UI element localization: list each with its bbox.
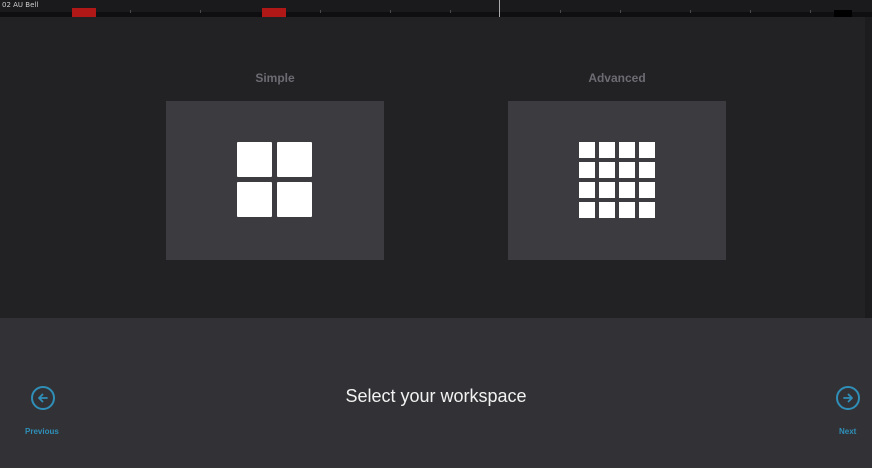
previous-label[interactable]: Previous — [25, 427, 59, 436]
ruler-tick — [560, 10, 561, 13]
playhead[interactable] — [499, 0, 500, 17]
window-edge — [865, 17, 872, 318]
arrow-right-circle-icon — [843, 393, 853, 403]
previous-button[interactable] — [31, 386, 55, 410]
ruler-tick — [620, 10, 621, 13]
ruler-tick — [750, 10, 751, 13]
audio-region[interactable] — [72, 8, 96, 17]
next-button[interactable] — [836, 386, 860, 410]
simple-workspace-card[interactable] — [166, 101, 384, 260]
ruler-tick — [390, 10, 391, 13]
ruler-tick — [320, 10, 321, 13]
ruler-tick — [200, 10, 201, 13]
page-title: Select your workspace — [345, 386, 527, 406]
ruler-tick — [450, 10, 451, 13]
ruler-tick — [690, 10, 691, 13]
simple-label: Simple — [255, 71, 295, 85]
audio-region[interactable] — [262, 8, 286, 17]
arrangement-strip: 02 AU Bell — [0, 0, 872, 17]
ruler-tick — [810, 10, 811, 13]
next-label[interactable]: Next — [839, 427, 856, 436]
arrow-left-circle-icon — [38, 393, 48, 403]
ruler-tick — [130, 10, 131, 13]
end-marker — [834, 10, 852, 17]
track-label: 02 AU Bell — [2, 1, 39, 9]
advanced-label: Advanced — [588, 71, 646, 85]
advanced-workspace-card[interactable] — [508, 101, 726, 260]
grid-4x4-icon — [579, 142, 655, 218]
grid-2x2-icon — [237, 142, 313, 218]
footer-panel: Select your workspace — [0, 318, 872, 468]
